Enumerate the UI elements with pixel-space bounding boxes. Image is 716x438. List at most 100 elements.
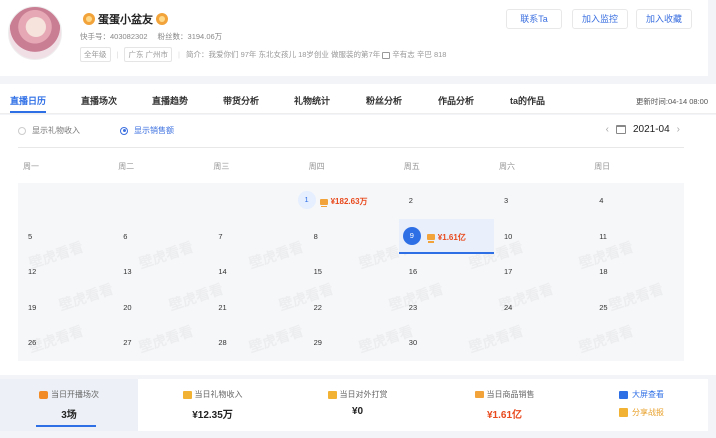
weekday-label: 周一: [23, 162, 39, 171]
cart-icon: [474, 391, 484, 398]
calendar-day[interactable]: 2: [399, 183, 494, 219]
day-number: 18: [599, 267, 608, 277]
calendar-panel: 显示礼物收入 显示销售额 ‹ 2021-04 › 周一 周二 周三 周四 周五 周六 周日 …: [0, 115, 716, 375]
calendar-day[interactable]: 9 ¥1.61亿: [398, 218, 494, 255]
name-row: 蛋蛋小盆友: [80, 11, 171, 27]
tag-grade: 全年级: [80, 47, 111, 62]
kuaishou-id: 快手号：403082302: [80, 32, 148, 41]
calendar-day[interactable]: 19: [18, 290, 113, 326]
tab-works-analysis[interactable]: 作品分析: [438, 94, 474, 107]
day-number: 28: [218, 338, 227, 348]
stat-product-sales[interactable]: 当日商品销售 ¥1.61亿: [437, 379, 572, 431]
tab-live-sessions[interactable]: 直播场次: [81, 94, 117, 107]
weekday-label: 周三: [213, 162, 230, 171]
calendar-day[interactable]: 5: [18, 219, 113, 255]
gift-icon: [327, 390, 337, 399]
sales-amount: ¥1.61亿: [426, 232, 466, 243]
monitor-button[interactable]: 加入监控: [572, 9, 628, 29]
share-icon: [619, 408, 628, 417]
tab-gift-stats[interactable]: 礼物统计: [294, 94, 330, 107]
watermark: 壁虎看看: [576, 321, 635, 357]
share-report-link[interactable]: 分享战报: [619, 407, 664, 418]
day-number: 17: [504, 267, 513, 277]
gift-icon: [182, 390, 192, 399]
calendar-day[interactable]: 22: [304, 290, 399, 326]
day-number: 6: [123, 231, 128, 241]
day-number: 27: [123, 338, 132, 348]
calendar-day[interactable]: 28: [208, 325, 303, 361]
tab-bar: 直播日历 直播场次 直播趋势 带货分析 礼物统计 粉丝分析 作品分析 ta的作品…: [0, 84, 716, 114]
day-number: 29: [313, 338, 322, 348]
bio: 简介：我爱你们 97年 东北女孩儿 18岁创业 做服装的第7年 辛有志 辛巴 8…: [186, 50, 447, 59]
current-month[interactable]: 2021-04: [633, 124, 670, 135]
calendar-day[interactable]: 7: [208, 219, 303, 255]
stat-external-tips[interactable]: 当日对外打赏 ¥0: [290, 379, 425, 431]
stat-gift-income[interactable]: 当日礼物收入 ¥12.35万: [145, 379, 280, 431]
tag-location: 广东 广州市: [124, 47, 173, 62]
calendar-day[interactable]: 4: [589, 183, 684, 219]
tab-their-works[interactable]: ta的作品: [510, 94, 545, 107]
calendar-day[interactable]: 14: [208, 254, 303, 290]
calendar-day[interactable]: 6: [113, 219, 208, 255]
calendar-day[interactable]: 13: [113, 254, 208, 290]
streamer-header: 蛋蛋小盆友 快手号：403082302 粉丝数：3194.06万 全年级 | 广…: [0, 0, 708, 76]
stat-sessions[interactable]: 当日开播场次 3场: [0, 379, 138, 431]
calendar-day[interactable]: 26: [18, 325, 113, 361]
day-number: 1: [297, 191, 316, 209]
calendar-day[interactable]: 3: [494, 183, 589, 219]
calendar-day[interactable]: 18: [589, 254, 684, 290]
calendar-day[interactable]: 12: [18, 254, 113, 290]
calendar-day[interactable]: 25: [589, 290, 684, 326]
weekday-label: 周日: [594, 162, 611, 171]
calendar-day[interactable]: 23: [399, 290, 494, 326]
calendar-day[interactable]: 20: [113, 290, 208, 326]
calendar-day[interactable]: 24: [494, 290, 589, 326]
favorite-button[interactable]: 加入收藏: [636, 9, 692, 29]
shop-icon: [382, 51, 391, 59]
active-stat-indicator: [36, 425, 96, 427]
big-screen-link[interactable]: 大屏查看: [619, 389, 664, 400]
tab-sales-analysis[interactable]: 带货分析: [223, 94, 259, 107]
day-number: 4: [599, 196, 604, 205]
day-number: 3: [504, 196, 509, 205]
calendar-day[interactable]: 21: [208, 290, 303, 326]
day-number: 23: [408, 302, 418, 312]
calendar-day[interactable]: 1 ¥182.63万: [297, 183, 399, 219]
calendar-day[interactable]: 8: [304, 219, 399, 255]
calendar-grid: 壁虎看看壁虎看看壁虎看看壁虎看看壁虎看看壁虎看看壁虎看看壁虎看看壁虎看看壁虎看看…: [18, 183, 684, 361]
prev-month-icon[interactable]: ‹: [606, 124, 609, 135]
update-time: 更新时间:04-14 08:00: [635, 97, 708, 106]
calendar-day[interactable]: 16: [399, 254, 494, 290]
video-icon: [39, 390, 48, 399]
day-number: 9: [402, 226, 421, 245]
calendar-day[interactable]: 10: [494, 219, 589, 255]
day-number: 19: [28, 302, 37, 312]
day-number: 15: [313, 267, 322, 277]
sales-option[interactable]: 显示销售额: [120, 125, 174, 136]
calendar-day[interactable]: 17: [494, 254, 589, 290]
day-number: 22: [313, 302, 322, 312]
tag-row: 全年级 | 广东 广州市 | 简介：我爱你们 97年 东北女孩儿 18岁创业 做…: [80, 47, 446, 62]
lion-badge-icon: [83, 13, 95, 25]
day-number: 16: [408, 267, 418, 277]
calendar-day[interactable]: 15: [304, 254, 399, 290]
next-month-icon[interactable]: ›: [677, 124, 680, 135]
avatar[interactable]: [8, 6, 62, 60]
weekday-header: 周一 周二 周三 周四 周五 周六 周日: [18, 147, 684, 181]
calendar-day[interactable]: 29: [304, 325, 399, 361]
gift-income-option[interactable]: 显示礼物收入: [18, 125, 80, 136]
tab-live-trend[interactable]: 直播趋势: [152, 94, 188, 107]
lion-badge-icon: [156, 13, 168, 25]
sales-amount: ¥182.63万: [319, 196, 368, 207]
calendar-day[interactable]: 30: [399, 325, 494, 361]
radio-selected-icon: [120, 126, 128, 135]
calendar-day[interactable]: 11: [589, 219, 684, 255]
calendar-icon[interactable]: [615, 125, 626, 134]
tab-fan-analysis[interactable]: 粉丝分析: [366, 94, 402, 107]
calendar-day[interactable]: 27: [113, 325, 208, 361]
day-number: 10: [504, 231, 513, 241]
streamer-name: 蛋蛋小盆友: [98, 14, 153, 26]
contact-button[interactable]: 联系Ta: [506, 9, 562, 29]
day-number: 2: [408, 196, 413, 205]
tab-live-calendar[interactable]: 直播日历: [10, 94, 46, 107]
